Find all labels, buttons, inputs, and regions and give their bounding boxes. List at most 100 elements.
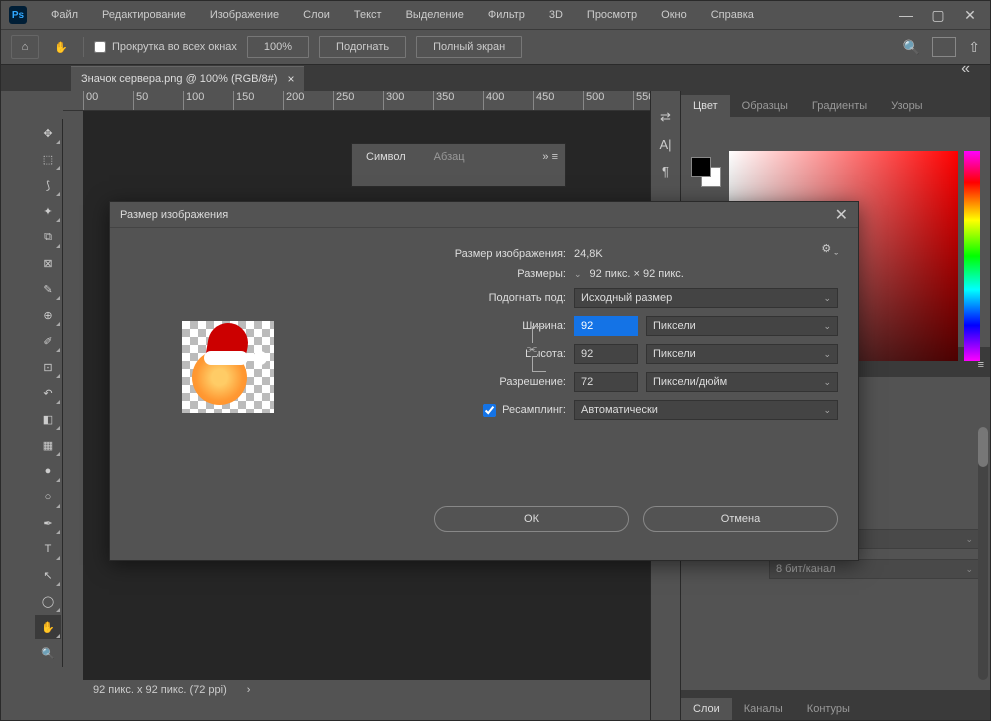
gradient-tool[interactable]: ▦ <box>35 433 61 457</box>
scroll-all-windows-checkbox[interactable]: Прокрутка во всех окнах <box>94 41 237 53</box>
hand-tool[interactable]: ✋ <box>35 615 61 639</box>
character-icon[interactable]: A| <box>659 137 671 152</box>
resample-checkbox[interactable] <box>483 404 496 417</box>
tab-swatches[interactable]: Образцы <box>730 95 800 117</box>
dodge-tool[interactable]: ○ <box>35 485 61 509</box>
height-unit-select[interactable]: Пиксели⌄ <box>646 344 838 364</box>
tab-layers[interactable]: Слои <box>681 698 732 720</box>
shape-tool[interactable]: ◯ <box>35 589 61 613</box>
width-input[interactable] <box>574 316 638 336</box>
full-screen-button[interactable]: Полный экран <box>416 36 522 58</box>
dialog-title-text: Размер изображения <box>120 209 228 221</box>
resample-label: Ресамплинг: <box>502 404 566 416</box>
resolution-unit-select[interactable]: Пиксели/дюйм⌄ <box>646 372 838 392</box>
menu-filter[interactable]: Фильтр <box>478 5 535 25</box>
home-icon[interactable]: ⌂ <box>11 35 39 59</box>
tab-paragraph[interactable]: Абзац <box>420 144 479 186</box>
history-brush-tool[interactable]: ↶ <box>35 381 61 405</box>
image-size-dialog: Размер изображения ✕ ⚙ ˬ Размер изображе… <box>109 201 859 561</box>
dimensions-dropdown[interactable]: ⌄ <box>574 269 582 280</box>
resolution-input[interactable] <box>574 372 638 392</box>
screen-mode-icon[interactable] <box>932 37 956 57</box>
toolbox: ✥ ⬚ ⟆ ✦ ⧉ ⊠ ✎ ⊕ ✐ ⊡ ↶ ◧ ▦ ● ○ ✒ T ↖ ◯ ✋ … <box>33 119 63 667</box>
gear-icon[interactable]: ⚙ ˬ <box>821 242 838 255</box>
frame-tool[interactable]: ⊠ <box>35 251 61 275</box>
collapse-panels-icon[interactable]: « <box>961 60 970 78</box>
close-button[interactable]: ✕ <box>958 6 982 24</box>
tab-gradients[interactable]: Градиенты <box>800 95 879 117</box>
eraser-tool[interactable]: ◧ <box>35 407 61 431</box>
resample-select[interactable]: Автоматически⌄ <box>574 400 838 420</box>
menu-layers[interactable]: Слои <box>293 5 340 25</box>
dialog-titlebar[interactable]: Размер изображения ✕ <box>110 202 858 228</box>
app-logo: Ps <box>9 6 27 24</box>
document-tab-close[interactable]: × <box>287 72 294 86</box>
healing-tool[interactable]: ⊕ <box>35 303 61 327</box>
panel-collapse-icon[interactable]: » ≡ <box>535 144 565 186</box>
crop-tool[interactable]: ⧉ <box>35 225 61 249</box>
status-info: 92 пикс. x 92 пикс. (72 ppi) <box>93 684 227 696</box>
image-size-value: 24,8K <box>574 248 603 260</box>
lasso-tool[interactable]: ⟆ <box>35 173 61 197</box>
document-tab-bar: Значок сервера.png @ 100% (RGB/8#) × <box>1 65 990 91</box>
tab-color[interactable]: Цвет <box>681 95 730 117</box>
move-tool[interactable]: ✥ <box>35 121 61 145</box>
color-panel-tabs: Цвет Образцы Градиенты Узоры <box>681 91 990 117</box>
tab-character[interactable]: Символ <box>352 144 420 186</box>
tab-patterns[interactable]: Узоры <box>879 95 934 117</box>
marquee-tool[interactable]: ⬚ <box>35 147 61 171</box>
prop-depth-select[interactable]: 8 бит/канал⌄ <box>769 559 980 579</box>
menu-view[interactable]: Просмотр <box>577 5 647 25</box>
dimensions-label: Размеры: <box>346 268 566 280</box>
fit-to-select[interactable]: Исходный размер⌄ <box>574 288 838 308</box>
eyedropper-tool[interactable]: ✎ <box>35 277 61 301</box>
document-tab[interactable]: Значок сервера.png @ 100% (RGB/8#) × <box>71 66 304 91</box>
tab-paths[interactable]: Контуры <box>795 698 862 720</box>
menu-file[interactable]: Файл <box>41 5 88 25</box>
character-panel[interactable]: Символ Абзац » ≡ <box>351 143 566 187</box>
menu-window[interactable]: Окно <box>651 5 697 25</box>
hand-tool-icon: ✋ <box>49 35 73 59</box>
scroll-all-checkbox-input[interactable] <box>94 41 106 53</box>
pen-tool[interactable]: ✒ <box>35 511 61 535</box>
paragraph-icon[interactable]: ¶ <box>662 164 669 179</box>
menu-help[interactable]: Справка <box>701 5 764 25</box>
zoom-tool[interactable]: 🔍 <box>35 641 61 665</box>
blur-tool[interactable]: ● <box>35 459 61 483</box>
menu-3d[interactable]: 3D <box>539 5 573 25</box>
fit-to-label: Подогнать под: <box>346 292 566 304</box>
foreground-color-swatch[interactable] <box>691 157 711 177</box>
brush-tool[interactable]: ✐ <box>35 329 61 353</box>
dimensions-value: 92 пикс. × 92 пикс. <box>590 268 684 280</box>
status-bar: 92 пикс. x 92 пикс. (72 ppi) › <box>63 680 683 700</box>
search-icon[interactable]: 🔍 <box>903 39 920 56</box>
cancel-button[interactable]: Отмена <box>643 506 838 532</box>
ruler-horizontal: 0050100150200250300350400450500550 <box>63 91 683 111</box>
path-select-tool[interactable]: ↖ <box>35 563 61 587</box>
share-icon[interactable]: ⇧ <box>968 39 980 56</box>
maximize-button[interactable]: ▢ <box>926 6 950 24</box>
layers-panel-tabs: Слои Каналы Контуры <box>681 690 990 720</box>
height-input[interactable] <box>574 344 638 364</box>
stamp-tool[interactable]: ⊡ <box>35 355 61 379</box>
type-tool[interactable]: T <box>35 537 61 561</box>
history-icon[interactable]: ⇄ <box>660 109 671 125</box>
menu-edit[interactable]: Редактирование <box>92 5 196 25</box>
quick-select-tool[interactable]: ✦ <box>35 199 61 223</box>
menu-image[interactable]: Изображение <box>200 5 289 25</box>
status-chevron-icon[interactable]: › <box>247 684 251 696</box>
ruler-vertical <box>63 111 83 700</box>
width-unit-select[interactable]: Пиксели⌄ <box>646 316 838 336</box>
zoom-100-button[interactable]: 100% <box>247 36 309 58</box>
tab-channels[interactable]: Каналы <box>732 698 795 720</box>
fit-screen-button[interactable]: Подогнать <box>319 36 406 58</box>
ok-button[interactable]: ОК <box>434 506 629 532</box>
dialog-close-button[interactable]: ✕ <box>835 205 848 225</box>
hue-slider[interactable] <box>964 151 980 361</box>
menu-select[interactable]: Выделение <box>396 5 474 25</box>
resolution-label: Разрешение: <box>346 376 566 388</box>
link-dimensions-icon[interactable]: ⫘ <box>532 326 546 372</box>
minimize-button[interactable]: — <box>894 6 918 24</box>
menu-type[interactable]: Текст <box>344 5 392 25</box>
scrollbar[interactable] <box>978 427 988 680</box>
